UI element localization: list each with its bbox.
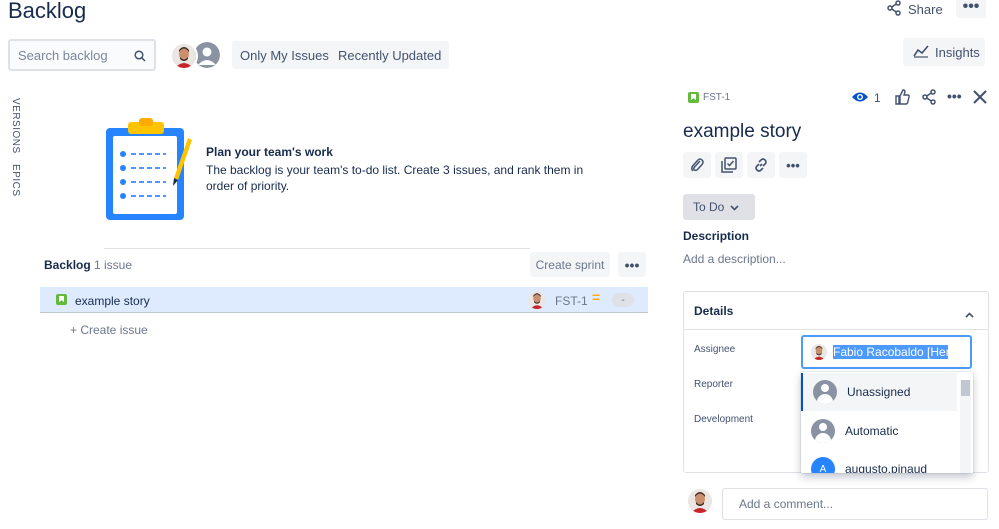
- option-label: augusto.pinaud: [845, 462, 928, 473]
- assignee-label: Assignee: [694, 344, 736, 355]
- comment-input[interactable]: Add a comment...: [722, 488, 988, 520]
- assignee-dropdown: Unassigned Automatic A augusto.pinaud: [801, 372, 973, 473]
- person-icon: [811, 419, 835, 443]
- status-dropdown[interactable]: To Do: [683, 194, 755, 220]
- detail-more-icon[interactable]: •••: [947, 88, 962, 104]
- toolbar-more-icon[interactable]: •••: [779, 152, 807, 178]
- watch-count: 1: [874, 91, 881, 105]
- search-box[interactable]: [8, 39, 156, 71]
- story-icon: [56, 294, 67, 305]
- create-issue-button[interactable]: + Create issue: [70, 323, 148, 337]
- assignee-field[interactable]: Fabio Racobaldo [Herz: [801, 335, 972, 369]
- person-icon: [813, 380, 837, 404]
- share-button[interactable]: Share: [886, 0, 943, 20]
- insights-button[interactable]: Insights: [903, 38, 985, 66]
- description-label: Description: [683, 229, 750, 243]
- empty-state-description: The backlog is your team's to-do list. C…: [206, 163, 584, 193]
- development-label: Development: [694, 414, 753, 425]
- issue-summary: example story: [75, 294, 150, 308]
- create-sprint-button[interactable]: Create sprint: [530, 252, 610, 277]
- share-icon[interactable]: [921, 89, 937, 110]
- child-issue-icon[interactable]: [715, 152, 743, 178]
- user-avatar-filter[interactable]: [170, 42, 198, 70]
- assignee-avatar: [811, 344, 827, 360]
- search-input[interactable]: [18, 47, 128, 63]
- dropdown-scrollbar[interactable]: [960, 380, 971, 473]
- description-field[interactable]: Add a description...: [683, 252, 786, 266]
- status-label: To Do: [693, 200, 725, 214]
- backlog-title: Backlog: [44, 258, 91, 272]
- details-header[interactable]: Details: [684, 292, 988, 330]
- issue-row[interactable]: example story FST-1 = -: [40, 287, 648, 313]
- assignee-option-automatic[interactable]: Automatic: [801, 412, 957, 450]
- share-label: Share: [908, 1, 943, 17]
- reporter-label: Reporter: [694, 379, 733, 390]
- assignee-input-text[interactable]: Fabio Racobaldo [Herz: [833, 345, 948, 359]
- estimate-badge: -: [612, 293, 634, 307]
- issue-count: 1 issue: [94, 258, 133, 272]
- assignee-avatar: [528, 291, 546, 309]
- assignee-option-unassigned[interactable]: Unassigned: [801, 373, 957, 411]
- detail-story-icon: [688, 92, 699, 103]
- assignee-option-user[interactable]: A augusto.pinaud: [801, 450, 957, 473]
- option-label: Automatic: [845, 424, 899, 438]
- versions-tab[interactable]: VERSIONS: [10, 98, 21, 154]
- scroll-thumb[interactable]: [961, 380, 970, 396]
- chevron-up-icon[interactable]: [965, 305, 974, 323]
- user-initial-avatar: A: [811, 457, 835, 473]
- chart-trend-icon: [913, 44, 929, 61]
- share-icon: [886, 0, 902, 19]
- details-title: Details: [694, 304, 734, 318]
- priority-medium-icon: =: [592, 289, 601, 305]
- epics-tab[interactable]: EPICS: [10, 164, 21, 197]
- detail-issue-key[interactable]: FST-1: [703, 92, 730, 103]
- thumbs-up-icon[interactable]: [894, 89, 910, 110]
- insights-label: Insights: [935, 44, 980, 60]
- empty-state-title: Plan your team's work: [206, 145, 333, 159]
- only-my-issues-filter[interactable]: Only My Issues: [232, 41, 337, 69]
- attachment-icon[interactable]: [683, 152, 711, 178]
- clipboard-illustration: [104, 118, 194, 227]
- more-actions-button[interactable]: •••: [956, 0, 986, 18]
- link-icon[interactable]: [747, 152, 775, 178]
- comment-avatar: [688, 489, 712, 513]
- eye-icon[interactable]: [851, 90, 869, 109]
- chevron-down-icon: [730, 200, 739, 214]
- issue-key[interactable]: FST-1: [555, 294, 588, 308]
- page-title: Backlog: [8, 0, 87, 23]
- recently-updated-filter[interactable]: Recently Updated: [330, 41, 450, 69]
- close-icon[interactable]: [973, 90, 987, 109]
- detail-title[interactable]: example story: [683, 121, 801, 143]
- search-icon: [134, 49, 146, 67]
- option-label: Unassigned: [847, 385, 911, 399]
- backlog-more-button[interactable]: •••: [618, 252, 646, 277]
- divider: [104, 248, 530, 249]
